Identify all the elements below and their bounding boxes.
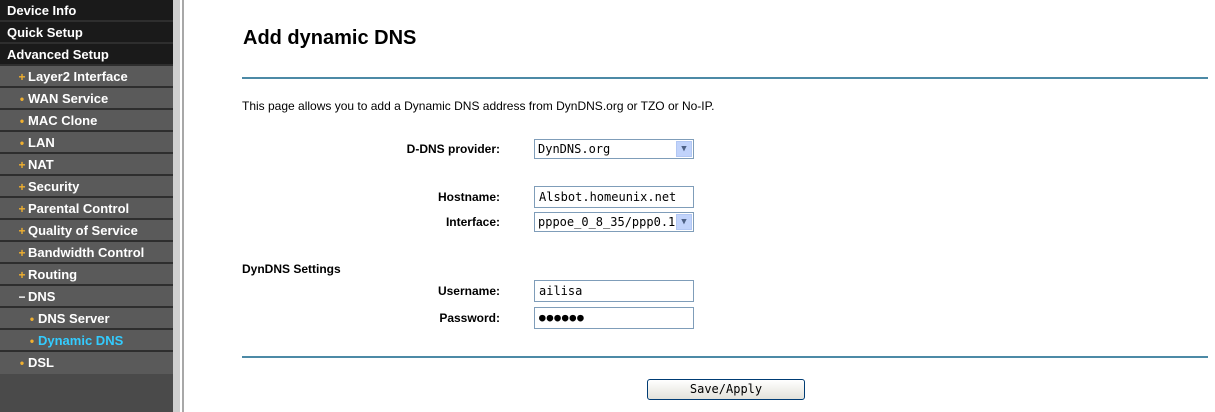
sidebar-item-layer2-interface[interactable]: + Layer2 Interface: [0, 66, 173, 88]
expand-plus-icon: +: [18, 246, 26, 260]
expand-plus-icon: +: [18, 268, 26, 282]
sidebar-item-dsl[interactable]: • DSL: [0, 352, 173, 374]
sidebar-item-label: Dynamic DNS: [38, 333, 124, 348]
page-description: This page allows you to add a Dynamic DN…: [242, 99, 715, 113]
page-title: Add dynamic DNS: [243, 27, 417, 49]
sidebar-item-label: Quick Setup: [7, 25, 83, 40]
sidebar-item-label: Parental Control: [28, 201, 130, 216]
sidebar-item-label: Routing: [28, 267, 78, 282]
bullet-dot-icon: •: [19, 136, 25, 150]
chevron-down-icon[interactable]: ▼: [676, 141, 692, 157]
sidebar-item-lan[interactable]: • LAN: [0, 132, 173, 154]
sidebar-item-label: NAT: [28, 157, 54, 172]
expand-plus-icon: +: [18, 224, 26, 238]
expand-plus-icon: +: [18, 180, 26, 194]
expand-plus-icon: +: [18, 158, 26, 172]
sidebar-item-label: DNS: [28, 289, 56, 304]
interface-label: Interface:: [445, 215, 500, 229]
sidebar-item-label: DNS Server: [38, 311, 110, 326]
bullet-dot-icon: •: [19, 114, 25, 128]
sidebar-item-quality-of-service[interactable]: + Quality of Service: [0, 220, 173, 242]
sidebar-item-label: Bandwidth Control: [28, 245, 145, 260]
collapse-minus-icon: −: [18, 290, 26, 304]
provider-select-value: DynDNS.org: [538, 142, 611, 156]
sidebar-nav: Device Info Quick Setup Advanced Setup +…: [0, 0, 173, 412]
frame-divider: [182, 0, 184, 412]
sidebar-item-label: Security: [28, 179, 80, 194]
username-field[interactable]: ailisa: [534, 280, 694, 302]
sidebar-item-label: Layer2 Interface: [28, 69, 128, 84]
sidebar-item-label: WAN Service: [28, 91, 109, 106]
sidebar-item-bandwidth-control[interactable]: + Bandwidth Control: [0, 242, 173, 264]
sidebar-item-label: MAC Clone: [28, 113, 98, 128]
sidebar-item-device-info[interactable]: Device Info: [0, 0, 173, 22]
save-apply-button[interactable]: Save/Apply: [647, 379, 805, 400]
sidebar-item-advanced-setup[interactable]: Advanced Setup: [0, 44, 173, 66]
password-field[interactable]: ●●●●●●: [534, 307, 694, 329]
bullet-dot-icon: •: [19, 356, 25, 370]
provider-label: D-DNS provider:: [406, 142, 500, 156]
sidebar-item-label: LAN: [28, 135, 55, 150]
bullet-dot-icon: •: [29, 312, 35, 326]
expand-plus-icon: +: [18, 202, 26, 216]
expand-plus-icon: +: [18, 70, 26, 84]
sidebar-item-dns-server[interactable]: • DNS Server: [0, 308, 173, 330]
sidebar-item-label: Advanced Setup: [7, 47, 109, 62]
sidebar-item-security[interactable]: + Security: [0, 176, 173, 198]
sidebar-gutter: [173, 0, 180, 412]
top-divider: [242, 77, 1208, 79]
sidebar-item-parental-control[interactable]: + Parental Control: [0, 198, 173, 220]
password-label: Password:: [439, 311, 500, 325]
chevron-down-icon[interactable]: ▼: [676, 214, 692, 230]
sidebar-item-label: Device Info: [7, 3, 77, 18]
dyndns-settings-heading: DynDNS Settings: [242, 262, 341, 276]
sidebar-item-label: Quality of Service: [28, 223, 138, 238]
interface-select[interactable]: pppoe_0_8_35/ppp0.1 ▼: [534, 212, 694, 232]
bullet-dot-icon: •: [19, 92, 25, 106]
main-content: Add dynamic DNS This page allows you to …: [185, 0, 1215, 412]
sidebar-item-nat[interactable]: + NAT: [0, 154, 173, 176]
bottom-divider: [242, 356, 1208, 358]
sidebar-item-mac-clone[interactable]: • MAC Clone: [0, 110, 173, 132]
sidebar-item-routing[interactable]: + Routing: [0, 264, 173, 286]
sidebar-item-dynamic-dns[interactable]: • Dynamic DNS: [0, 330, 173, 352]
hostname-field[interactable]: Alsbot.homeunix.net: [534, 186, 694, 208]
interface-select-value: pppoe_0_8_35/ppp0.1: [538, 215, 676, 229]
sidebar-item-label: DSL: [28, 355, 54, 370]
sidebar-item-wan-service[interactable]: • WAN Service: [0, 88, 173, 110]
sidebar-item-dns[interactable]: − DNS: [0, 286, 173, 308]
username-label: Username:: [437, 284, 500, 298]
hostname-label: Hostname:: [437, 190, 500, 204]
provider-select[interactable]: DynDNS.org ▼: [534, 139, 694, 159]
bullet-dot-icon: •: [29, 334, 35, 348]
sidebar-item-quick-setup[interactable]: Quick Setup: [0, 22, 173, 44]
